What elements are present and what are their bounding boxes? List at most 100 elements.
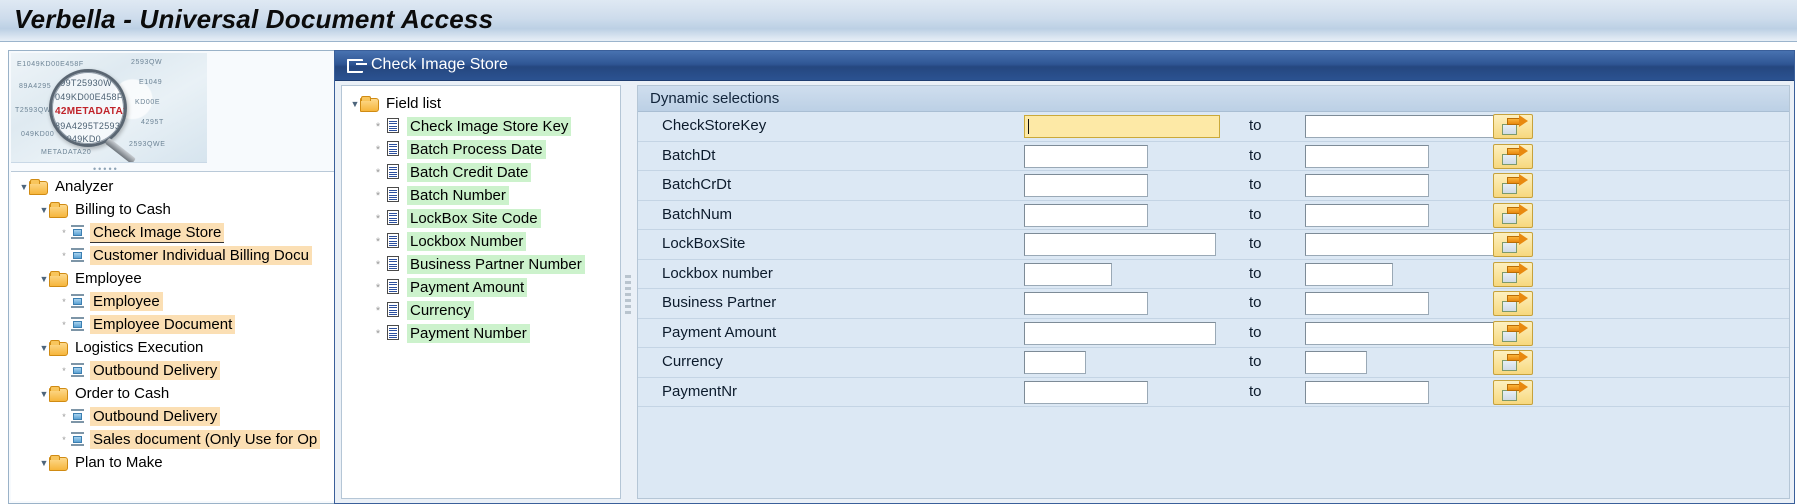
selection-high-input[interactable] [1305,174,1429,197]
selection-high-input[interactable] [1305,380,1429,404]
tree-folder-node[interactable]: ▼ Billing to Cash [19,198,356,221]
document-icon [386,302,401,318]
tree-folder-node[interactable]: ▼ Analyzer [19,175,356,198]
field-list-item[interactable]: * Lockbox Number [350,230,616,253]
selection-high-input[interactable] [1305,292,1429,315]
tree-leaf-node[interactable]: * Check Image Store [19,221,356,244]
field-list-tree[interactable]: ▼ Field list * Check Image Store Key * Batch … [350,92,616,496]
field-list-item[interactable]: * Payment Amount [350,276,616,299]
selection-low-input[interactable] [1024,233,1216,256]
selection-high-input[interactable] [1305,233,1497,256]
multiple-selection-button[interactable] [1493,173,1533,198]
field-list-item[interactable]: * Currency [350,299,616,322]
field-list-root[interactable]: ▼ Field list [350,92,616,115]
multiple-selection-button[interactable] [1493,291,1533,316]
field-list-item[interactable]: * LockBox Site Code [350,207,616,230]
analyzer-tree[interactable]: ▼ Analyzer ▼ Billing to Cash * Check Image St… [19,175,356,501]
tree-leaf-node[interactable]: * Customer Individual Billing Docu [19,244,356,267]
selection-high-input[interactable] [1305,115,1501,138]
selection-high-input[interactable] [1305,321,1497,345]
selection-row: BatchDt to [638,141,1789,171]
tree-node-label: Check Image Store [90,223,225,243]
multiple-selection-box-icon [1502,124,1517,135]
tree-folder-node[interactable]: ▼ Order to Cash [19,382,356,405]
selection-low-input[interactable] [1024,351,1086,374]
chevron-down-icon[interactable]: ▼ [19,176,29,199]
thumbnail-background: E1049KD00E458F 2593QW E1049 89A4295 KD00… [11,53,207,162]
tree-leaf-node[interactable]: * Employee Document [19,313,356,336]
window-tab-bar[interactable]: Check Image Store [335,51,1794,81]
multiple-selection-button[interactable] [1493,114,1533,139]
tree-folder-node[interactable]: ▼ Logistics Execution [19,336,356,359]
multiple-selection-button[interactable] [1493,261,1533,287]
lens-line: 299T25930W [55,78,113,88]
field-list-item[interactable]: * Batch Number [350,184,616,207]
selection-high-input[interactable] [1305,262,1393,286]
selection-low-input[interactable] [1024,321,1216,345]
selection-row-label: Currency [662,353,723,370]
chevron-down-icon[interactable]: ▼ [39,452,49,475]
document-icon [386,187,401,203]
field-list-item[interactable]: * Check Image Store Key [350,115,616,138]
multiple-selection-box-icon [1502,153,1517,165]
selection-low-input[interactable] [1024,262,1112,286]
selection-row: Currency to [638,348,1789,378]
multiple-selection-box-icon [1502,301,1517,312]
document-icon [386,256,401,272]
multiple-selection-button[interactable] [1493,232,1533,257]
selection-high-input[interactable] [1305,203,1429,227]
chevron-down-icon[interactable]: ▼ [39,199,49,222]
range-to-label: to [1249,294,1262,311]
range-to-label: to [1249,117,1262,134]
multiple-selection-arrowhead-icon [1519,203,1528,216]
chevron-down-icon[interactable]: ▼ [39,337,49,360]
tree-leaf-node[interactable]: * Outbound Delivery [19,359,356,382]
tree-folder-node[interactable]: ▼ Plan to Make [19,451,356,474]
splitter-grip[interactable] [625,275,631,315]
range-to-label: to [1249,146,1262,164]
multiple-selection-button[interactable] [1493,202,1533,228]
field-list-item-label: Batch Number [407,186,509,205]
multiple-selection-button[interactable] [1493,379,1533,405]
tree-node-label: Employee [75,270,142,287]
tree-leaf-node[interactable]: * Sales document (Only Use for Op [19,428,356,451]
multiple-selection-button[interactable] [1493,320,1533,346]
multiple-selection-button[interactable] [1493,143,1533,169]
tree-leaf-node[interactable]: * Employee [19,290,356,313]
metadata-magnifier-image: E1049KD00E458F 2593QW E1049 89A4295 KD00… [11,53,207,163]
selection-low-input[interactable] [1024,203,1148,227]
selection-low-input[interactable] [1024,174,1148,197]
tree-node-label: Customer Individual Billing Docu [90,246,312,265]
tree-leaf-node[interactable]: * Outbound Delivery [19,405,356,428]
selection-row: LockBoxSite to [638,230,1789,260]
folder-icon [360,96,379,112]
field-list-item[interactable]: * Batch Process Date [350,138,616,161]
field-list-item[interactable]: * Batch Credit Date [350,161,616,184]
panel-splitter[interactable] [623,85,633,499]
chevron-down-icon[interactable]: ▼ [39,383,49,406]
multiple-selection-box-icon [1502,183,1517,194]
selection-high-input[interactable] [1305,351,1367,374]
selection-rows: CheckStoreKey to BatchDt to BatchCrDt to Batch… [638,112,1789,498]
multiple-selection-arrowhead-icon [1519,115,1528,127]
folder-icon [49,271,68,287]
field-list-item[interactable]: * Business Partner Number [350,253,616,276]
dynamic-selections-header: Dynamic selections [638,86,1789,112]
selection-low-input[interactable] [1024,115,1220,138]
range-to-label: to [1249,235,1262,252]
range-to-label: to [1249,323,1262,341]
field-list-panel: ▼ Field list * Check Image Store Key * Batch … [341,85,621,499]
tab-check-image-store[interactable]: Check Image Store [371,56,508,74]
tree-node-label: Employee Document [90,315,236,334]
chevron-down-icon[interactable]: ▼ [39,268,49,291]
chevron-down-icon[interactable]: ▼ [350,93,360,116]
selection-low-input[interactable] [1024,292,1148,315]
selection-low-input[interactable] [1024,144,1148,168]
field-list-item[interactable]: * Payment Number [350,322,616,345]
selection-low-input[interactable] [1024,380,1148,404]
selection-high-input[interactable] [1305,144,1429,168]
multiple-selection-button[interactable] [1493,350,1533,375]
tree-folder-node[interactable]: ▼ Employee [19,267,356,290]
page-title: Verbella - Universal Document Access [14,4,494,34]
multiple-selection-arrowhead-icon [1519,380,1528,393]
